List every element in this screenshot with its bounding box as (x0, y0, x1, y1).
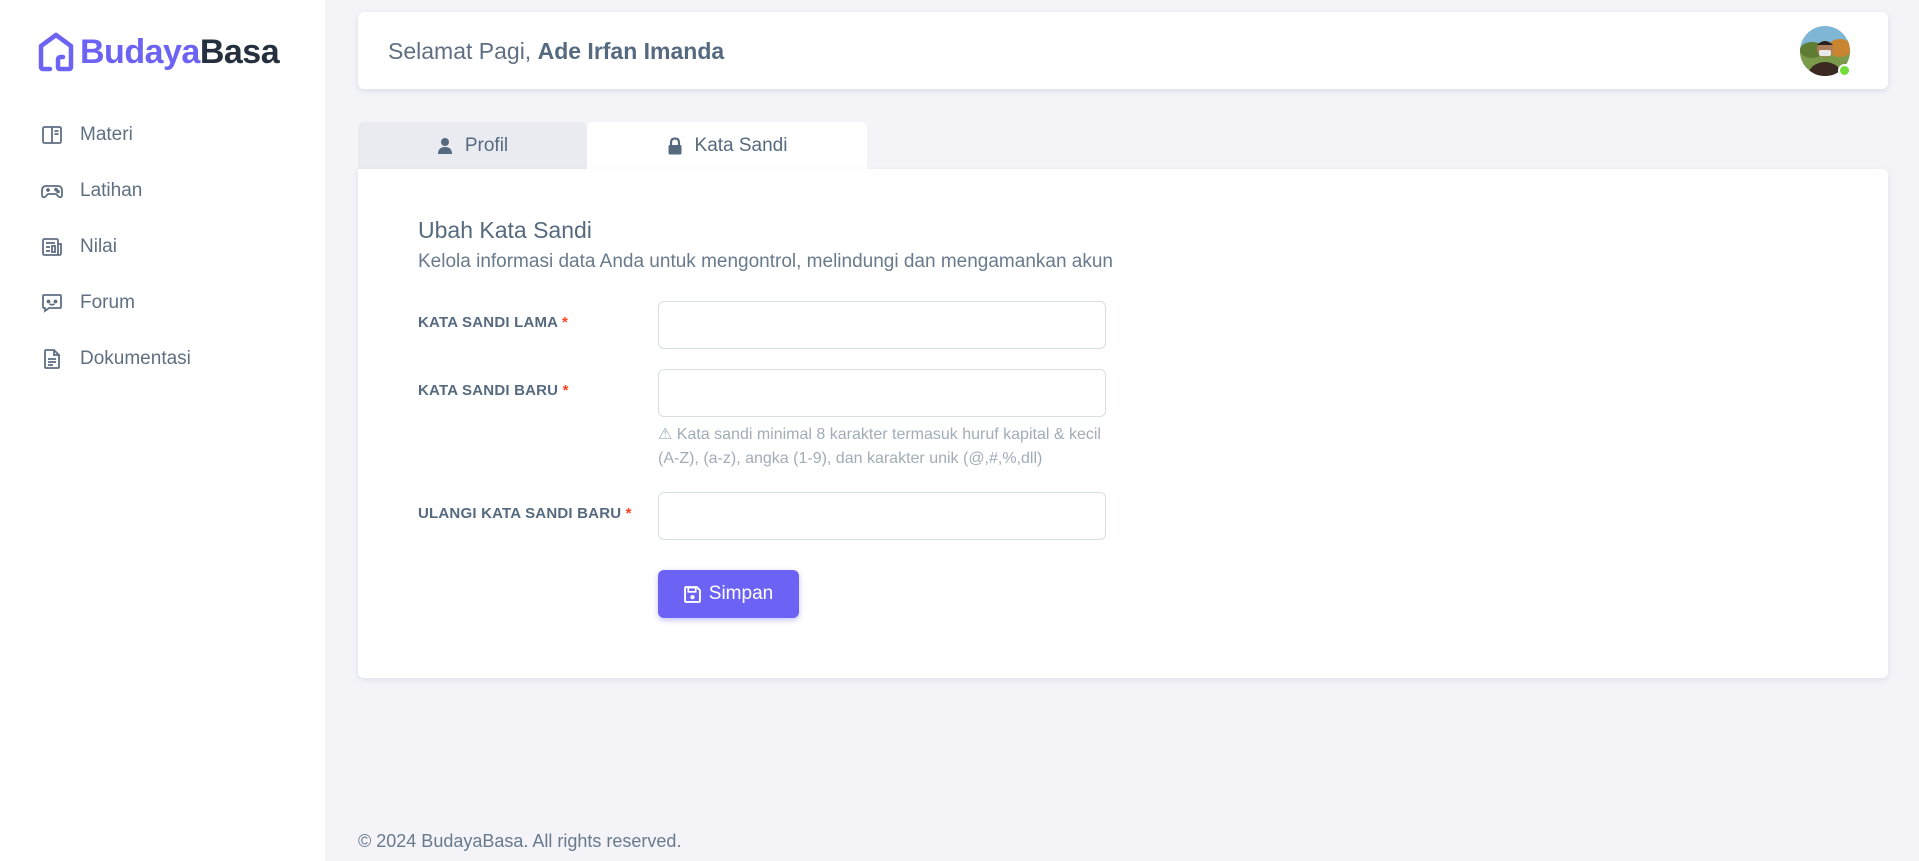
tab-kata-sandi[interactable]: Kata Sandi (587, 122, 867, 169)
save-button-label: Simpan (708, 583, 774, 604)
greeting-text: Selamat Pagi, (388, 38, 532, 64)
sidebar-item-label: Forum (80, 292, 135, 313)
new-password-label: KATA SANDI BARU * (418, 382, 569, 399)
tab-profil[interactable]: Profil (358, 122, 587, 169)
form-title: Ubah Kata Sandi (418, 217, 592, 243)
user-name: Ade Irfan Imanda (537, 38, 725, 64)
password-hint: ⚠ Kata sandi minimal 8 karakter termasuk… (658, 426, 1101, 467)
footer: © 2024 BudayaBasa. All rights reserved. (358, 831, 682, 851)
sidebar-item-label: Materi (80, 124, 133, 145)
sidebar-item-label: Latihan (80, 180, 143, 201)
sidebar-item-nilai[interactable]: Nilai (40, 219, 310, 275)
settings-tabs: Profil Kata Sandi (358, 122, 867, 169)
sidebar: BudayaBasa Materi Latihan Nilai Forum Do… (0, 0, 325, 861)
tab-label: Profil (464, 134, 509, 156)
gamepad-icon (41, 185, 63, 199)
top-header: Selamat Pagi, Ade Irfan Imanda (358, 12, 1888, 89)
sidebar-menu: Materi Latihan Nilai Forum Dokumentasi (40, 107, 310, 387)
sidebar-item-label: Dokumentasi (80, 348, 191, 369)
sidebar-item-label: Nilai (80, 236, 117, 257)
old-password-label: KATA SANDI LAMA * (418, 314, 569, 331)
old-password-input[interactable] (658, 301, 1106, 349)
brand-name: BudayaBasa (80, 32, 280, 71)
document-icon (44, 349, 60, 369)
change-password-card: Ubah Kata Sandi Kelola informasi data An… (358, 169, 1888, 678)
book-open-icon (42, 126, 62, 144)
chat-icon (42, 294, 62, 313)
new-password-input[interactable] (658, 369, 1106, 417)
form-subtitle: Kelola informasi data Anda untuk mengont… (418, 251, 1114, 272)
avatar[interactable] (1800, 26, 1851, 77)
sidebar-item-dokumentasi[interactable]: Dokumentasi (40, 331, 310, 387)
brand[interactable]: BudayaBasa (38, 30, 280, 74)
house-logo-icon (38, 32, 74, 72)
save-icon (683, 585, 701, 603)
sidebar-item-materi[interactable]: Materi (40, 107, 310, 163)
lock-icon (668, 136, 682, 154)
sidebar-item-forum[interactable]: Forum (40, 275, 310, 331)
greeting: Selamat Pagi, Ade Irfan Imanda (388, 38, 724, 65)
sidebar-item-latihan[interactable]: Latihan (40, 163, 310, 219)
confirm-password-label: ULANGI KATA SANDI BARU * (418, 505, 632, 522)
confirm-password-input[interactable] (658, 492, 1106, 540)
online-status-dot (1838, 64, 1851, 77)
report-icon (42, 238, 62, 256)
save-button[interactable]: Simpan (658, 570, 799, 618)
user-icon (437, 137, 452, 154)
tab-label: Kata Sandi (694, 134, 788, 156)
